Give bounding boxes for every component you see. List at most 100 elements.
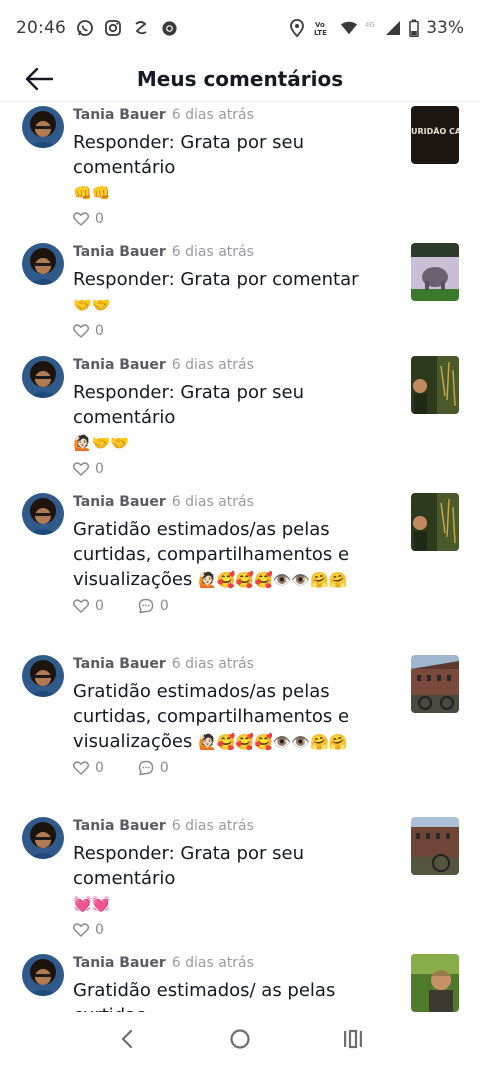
nav-home-button[interactable] — [220, 1019, 260, 1059]
like-button[interactable]: 0 — [73, 323, 104, 339]
comment-item[interactable]: Tania Bauer 6 dias atrás Responder: Grata… — [0, 243, 480, 355]
comment-text: Gratidão estimados/as pelas curtidas, co… — [73, 679, 393, 754]
comment-actions: 0 — [73, 323, 393, 339]
home-nav-icon — [230, 1029, 250, 1049]
like-count: 0 — [95, 922, 104, 938]
comment-bubble-icon — [138, 598, 154, 614]
avatar[interactable] — [22, 954, 64, 996]
like-button[interactable]: 0 — [73, 598, 104, 614]
comment-meta: Tania Bauer 6 dias atrás — [73, 106, 393, 124]
like-count: 0 — [95, 760, 104, 776]
comment-meta: Tania Bauer 6 dias atrás — [73, 817, 393, 835]
avatar[interactable] — [22, 106, 64, 148]
comment-actions: 0 — [73, 922, 393, 938]
location-icon — [288, 19, 306, 37]
nav-back-button[interactable] — [107, 1019, 147, 1059]
comment-time: 6 dias atrás — [171, 107, 254, 123]
wifi-icon — [340, 19, 358, 37]
author-name[interactable]: Tania Bauer — [73, 244, 166, 260]
comment-item[interactable]: Tania Bauer 6 dias atrás Responder: Grata… — [0, 106, 480, 236]
author-name[interactable]: Tania Bauer — [73, 494, 166, 510]
comment-text-content: Responder: Grata por seu comentário — [73, 132, 304, 178]
signal-icon — [384, 19, 402, 37]
comment-actions: 0 0 — [73, 760, 393, 776]
avatar[interactable] — [22, 493, 64, 535]
comment-item[interactable]: Tania Bauer 6 dias atrás Responder: Grata… — [0, 817, 480, 947]
video-thumbnail[interactable] — [411, 817, 459, 875]
like-count: 0 — [95, 211, 104, 227]
instagram-icon — [104, 19, 122, 37]
like-button[interactable]: 0 — [73, 922, 104, 938]
author-name[interactable]: Tania Bauer — [73, 955, 166, 971]
system-nav-bar — [0, 1012, 480, 1066]
reply-button[interactable]: 0 — [138, 598, 169, 614]
video-thumbnail[interactable]: URIDÃO CA — [411, 106, 459, 164]
comment-time: 6 dias atrás — [171, 818, 254, 834]
comment-meta: Tania Bauer 6 dias atrás — [73, 954, 393, 972]
status-time: 20:46 — [16, 18, 66, 38]
comment-text-content: Gratidão estimados/ as pelas curtidas, — [73, 980, 336, 1012]
like-button[interactable]: 0 — [73, 211, 104, 227]
comment-text-content: Responder: Grata por seu comentário — [73, 843, 304, 889]
comment-text: Responder: Grata por seu comentário 💓💓 — [73, 841, 393, 916]
heart-icon — [73, 212, 89, 226]
like-count: 0 — [95, 598, 104, 614]
video-thumbnail[interactable] — [411, 493, 459, 551]
status-left: 20:46 — [16, 18, 178, 38]
comment-emojis: 🙋🏻🥰🥰🥰👁️👁️🤗🤗 — [198, 733, 348, 751]
comment-meta: Tania Bauer 6 dias atrás — [73, 243, 393, 261]
comment-text: Gratidão estimados/ as pelas curtidas, — [73, 978, 393, 1012]
comment-text: Responder: Grata por seu comentário 🙋🏻🤝🤝 — [73, 380, 393, 455]
reply-button[interactable]: 0 — [138, 760, 169, 776]
comment-time: 6 dias atrás — [171, 494, 254, 510]
recents-nav-icon — [344, 1029, 363, 1049]
status-right: Vo LTE 4G 33% — [288, 18, 464, 38]
avatar[interactable] — [22, 243, 64, 285]
comment-body: Tania Bauer 6 dias atrás Responder: Grata… — [73, 243, 393, 339]
comment-actions: 0 0 — [73, 598, 393, 614]
back-nav-icon — [121, 1029, 132, 1049]
back-button[interactable] — [22, 62, 56, 96]
comment-item[interactable]: Tania Bauer 6 dias atrás Gratidão estimad… — [0, 954, 480, 1012]
author-name[interactable]: Tania Bauer — [73, 107, 166, 123]
comment-time: 6 dias atrás — [171, 357, 254, 373]
video-thumbnail[interactable] — [411, 655, 459, 713]
battery-icon — [409, 19, 419, 37]
video-thumbnail[interactable] — [411, 243, 459, 301]
comment-item[interactable]: Tania Bauer 6 dias atrás Responder: Grata… — [0, 356, 480, 486]
heart-icon — [73, 923, 89, 937]
comment-body: Tania Bauer 6 dias atrás Gratidão estimad… — [73, 493, 393, 614]
comment-meta: Tania Bauer 6 dias atrás — [73, 356, 393, 374]
comment-body: Tania Bauer 6 dias atrás Responder: Grata… — [73, 817, 393, 938]
comment-emojis: 🤝🤝 — [73, 296, 111, 314]
4g-icon: 4G — [365, 19, 377, 37]
avatar[interactable] — [22, 655, 64, 697]
svg-text:4G: 4G — [365, 21, 375, 29]
like-button[interactable]: 0 — [73, 760, 104, 776]
comment-bubble-icon — [138, 760, 154, 776]
author-name[interactable]: Tania Bauer — [73, 357, 166, 373]
comment-item[interactable]: Tania Bauer 6 dias atrás Gratidão estimad… — [0, 493, 480, 648]
chrome-icon — [160, 19, 178, 37]
video-thumbnail[interactable] — [411, 356, 459, 414]
heart-icon — [73, 599, 89, 613]
author-name[interactable]: Tania Bauer — [73, 656, 166, 672]
author-name[interactable]: Tania Bauer — [73, 818, 166, 834]
reply-count: 0 — [159, 760, 169, 776]
heart-icon — [73, 761, 89, 775]
comment-time: 6 dias atrás — [171, 955, 254, 971]
avatar[interactable] — [22, 817, 64, 859]
comment-time: 6 dias atrás — [171, 244, 254, 260]
avatar[interactable] — [22, 356, 64, 398]
status-bar: 20:46 Vo LTE 4G 33% — [0, 0, 480, 56]
app-header: Meus comentários — [0, 56, 480, 102]
comment-list[interactable]: Tania Bauer 6 dias atrás Responder: Grata… — [0, 103, 480, 1012]
video-thumbnail[interactable] — [411, 954, 459, 1012]
comment-text-content: Responder: Grata por seu comentário — [73, 382, 304, 428]
like-button[interactable]: 0 — [73, 461, 104, 477]
comment-item[interactable]: Tania Bauer 6 dias atrás Gratidão estimad… — [0, 655, 480, 810]
comment-actions: 0 — [73, 461, 393, 477]
nav-recents-button[interactable] — [333, 1019, 373, 1059]
heart-icon — [73, 324, 89, 338]
whatsapp-icon — [76, 19, 94, 37]
